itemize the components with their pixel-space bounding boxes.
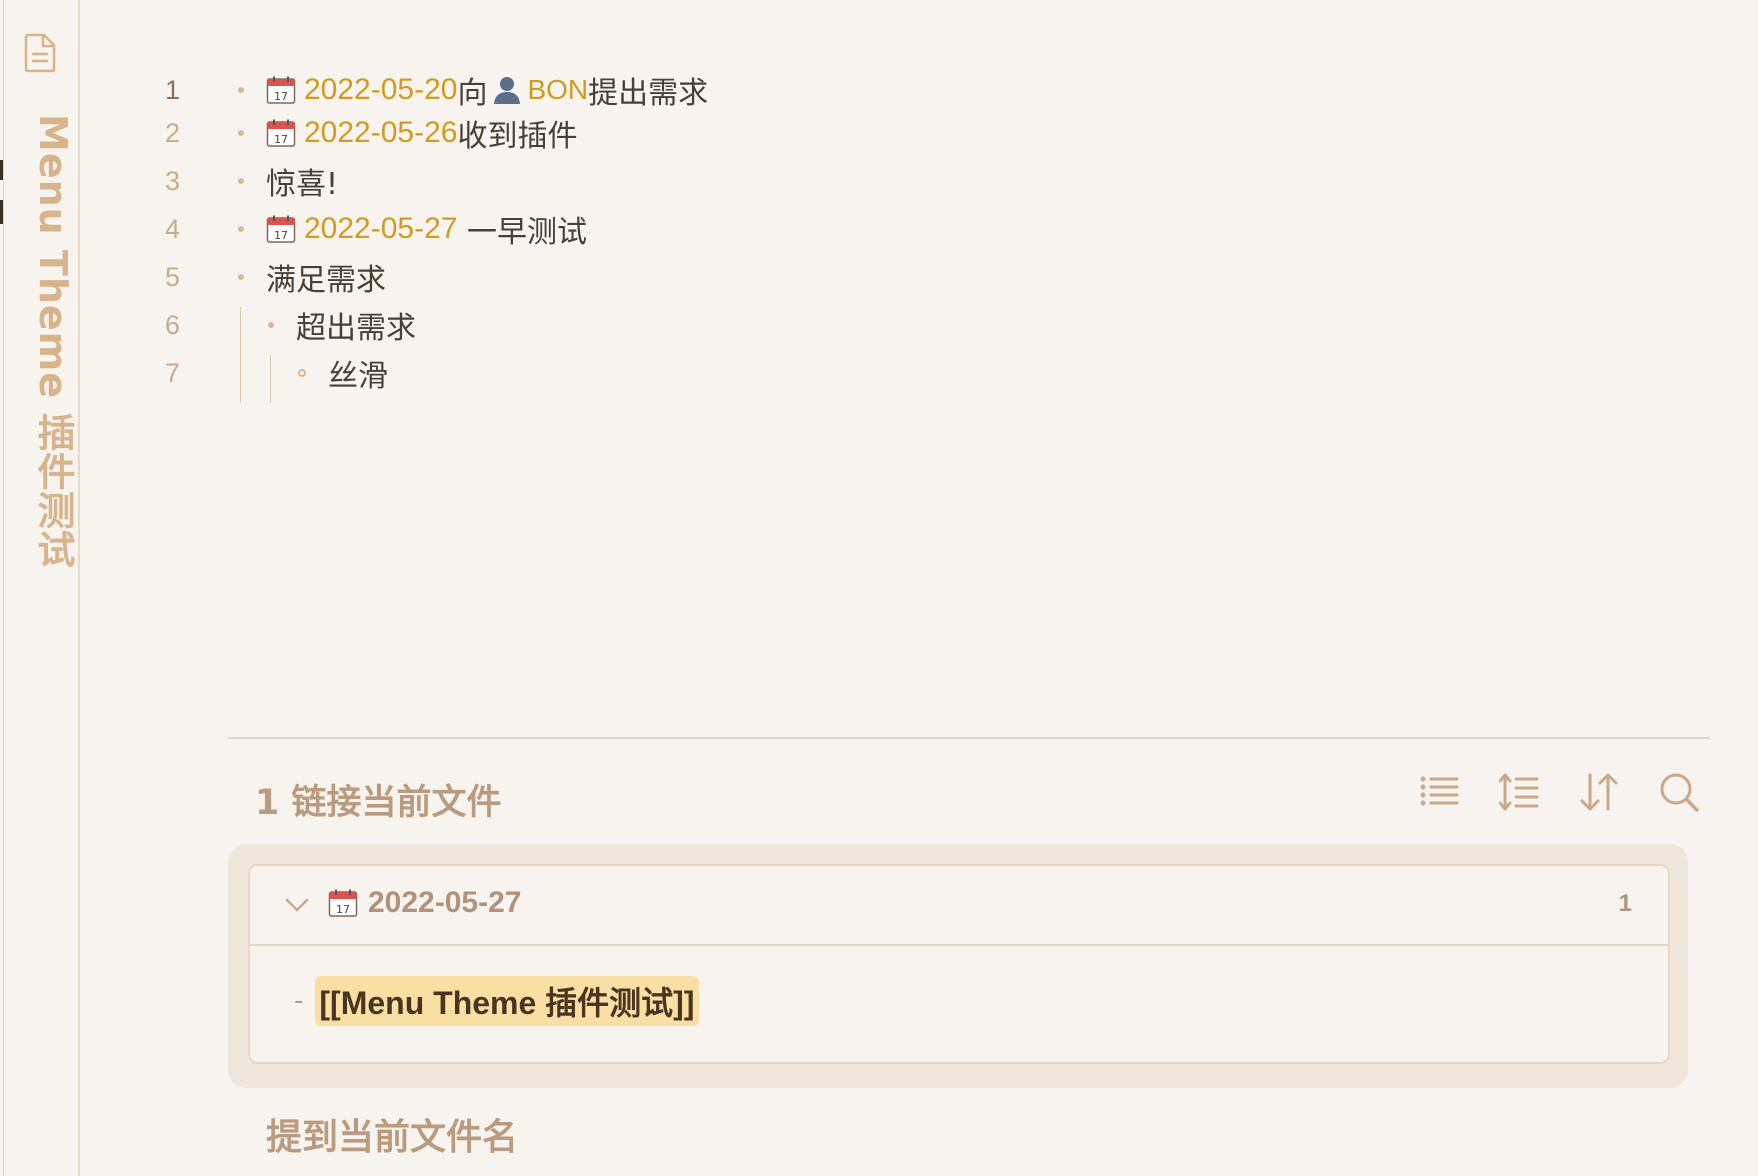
list-item[interactable]: 惊喜! [238, 159, 338, 203]
file-title-strip: Menu Theme 插件测试 [0, 0, 80, 1176]
date-link[interactable]: 2022-05-20 [304, 73, 457, 107]
backlink-group-header[interactable]: 17 2022-05-27 1 [250, 866, 1668, 946]
wiki-link-highlight[interactable]: [[Menu Theme 插件测试]] [315, 976, 699, 1026]
line-number: 2 [164, 117, 180, 148]
line-spacing-button[interactable] [1498, 770, 1540, 814]
list-item[interactable]: 17 2022-05-20 向 BON 提出需求 [238, 68, 708, 112]
line-spacing-icon [1499, 773, 1539, 811]
calendar-icon: 17 [328, 889, 358, 917]
search-button[interactable] [1658, 770, 1700, 814]
sort-icon [1580, 773, 1618, 811]
svg-text:17: 17 [274, 229, 288, 242]
section-divider [228, 737, 1710, 739]
line-number: 4 [164, 213, 180, 244]
list-icon [1420, 776, 1459, 806]
vertical-file-title[interactable]: Menu Theme 插件测试 [26, 114, 81, 569]
bullet-icon[interactable] [268, 322, 274, 328]
date-link[interactable]: 2022-05-26 [304, 116, 457, 150]
edge-mark [0, 200, 3, 224]
editor-line[interactable]: 4 17 2022-05-27 一早测试 [100, 205, 1300, 253]
calendar-icon: 17 [266, 119, 296, 147]
window-edge [3, 0, 4, 1176]
svg-text:17: 17 [274, 90, 288, 103]
backlinks-header: 1 链接当前文件 [255, 783, 502, 823]
list-item[interactable]: 17 2022-05-27 一早测试 [238, 207, 587, 251]
line-number: 1 [164, 74, 180, 105]
backlink-group: 17 2022-05-27 1 - [[Menu Theme 插件测试]] [248, 864, 1670, 1064]
svg-text:17: 17 [274, 133, 288, 146]
backlink-reference[interactable]: - [[Menu Theme 插件测试]] [294, 976, 699, 1026]
list-button[interactable] [1418, 770, 1460, 814]
line-text: 满足需求 [266, 263, 386, 298]
indent-guide [270, 355, 271, 403]
editor-line[interactable]: 3 惊喜! [100, 157, 1300, 205]
editor-line[interactable]: 5 满足需求 [100, 253, 1300, 301]
editor-line[interactable]: 1 17 2022-05-20 向 BON 提出需求 [100, 66, 1300, 114]
list-item[interactable]: 丝滑 [298, 351, 388, 395]
list-item[interactable]: 满足需求 [238, 255, 386, 299]
list-item[interactable]: 超出需求 [268, 303, 416, 347]
backlink-file-title[interactable]: 2022-05-27 [368, 886, 521, 920]
person-icon [494, 77, 521, 104]
chevron-down-icon[interactable] [284, 892, 310, 918]
line-text: 收到插件 [457, 119, 578, 154]
app-window: Menu Theme 插件测试 1 17 2022-05-20 向 BON 提出… [0, 0, 1758, 1176]
unlinked-mentions-header[interactable]: 提到当前文件名 [266, 1108, 518, 1160]
date-link[interactable]: 2022-05-27 [304, 212, 457, 246]
line-number: 6 [164, 309, 180, 340]
sort-button[interactable] [1578, 770, 1620, 814]
svg-text:17: 17 [336, 903, 350, 916]
editor-line[interactable]: 2 17 2022-05-26 收到插件 [100, 109, 1300, 157]
calendar-icon: 17 [266, 215, 296, 243]
bullet-icon[interactable] [238, 226, 244, 232]
search-icon [1660, 773, 1699, 812]
backlinks-toolbar [1418, 770, 1700, 814]
line-number: 7 [164, 357, 180, 388]
edge-mark [0, 160, 3, 180]
indent-guide [240, 307, 241, 403]
list-item[interactable]: 17 2022-05-26 收到插件 [238, 111, 577, 155]
bullet-icon[interactable] [238, 130, 244, 136]
bullet-icon[interactable] [238, 87, 244, 93]
person-mention[interactable]: BON [527, 74, 588, 106]
editor-line[interactable]: 7 丝滑 [100, 349, 1300, 397]
backlink-count: 1 [1618, 890, 1632, 917]
line-number: 5 [164, 261, 180, 292]
line-text: 提出需求 [588, 76, 709, 111]
file-text-icon[interactable] [23, 33, 57, 73]
line-text: 一早测试 [457, 215, 588, 250]
line-number: 3 [164, 165, 180, 196]
hollow-bullet-icon[interactable] [298, 369, 306, 377]
line-text: 超出需求 [296, 311, 416, 346]
bullet-icon[interactable] [238, 274, 244, 280]
line-text: 惊喜! [266, 167, 339, 202]
backlinks-panel: 17 2022-05-27 1 - [[Menu Theme 插件测试]] [228, 844, 1688, 1088]
editor-line[interactable]: 6 超出需求 [100, 301, 1300, 349]
line-text: 丝滑 [328, 359, 388, 394]
calendar-icon: 17 [266, 76, 296, 104]
line-text: 向 [457, 76, 488, 111]
list-dash: - [294, 986, 304, 1016]
bullet-icon[interactable] [238, 178, 244, 184]
